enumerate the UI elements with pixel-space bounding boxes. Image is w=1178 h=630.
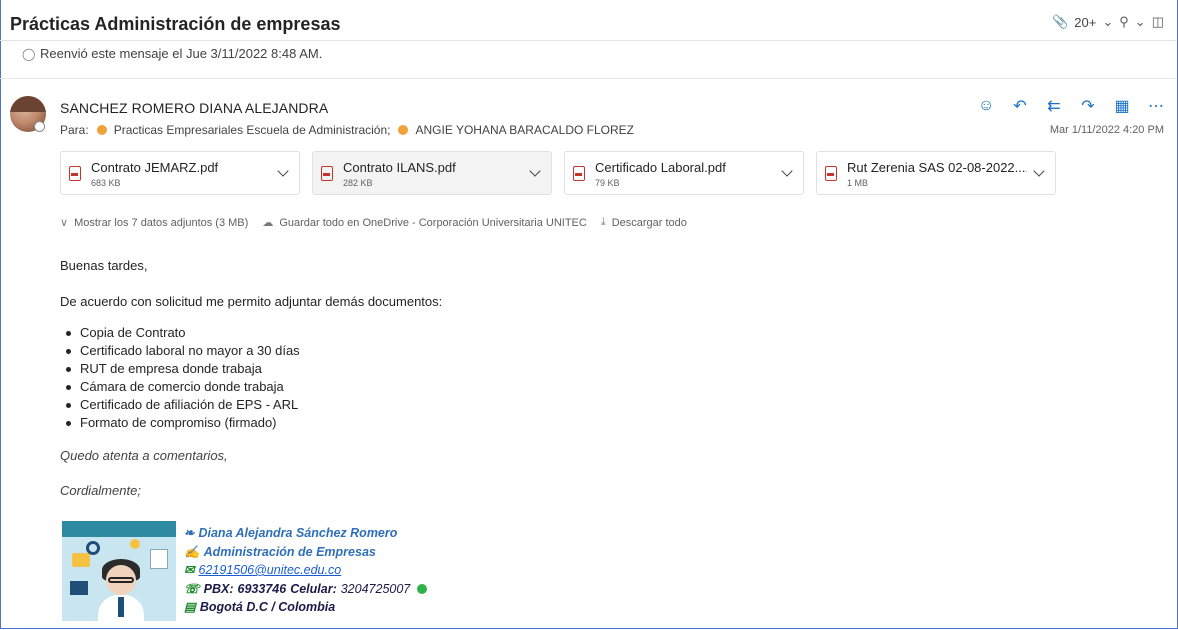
presence-dot-icon xyxy=(398,125,409,135)
cloud-icon: ☁ xyxy=(262,217,274,229)
building-icon: ▤ xyxy=(184,600,196,614)
list-item: RUT de empresa donde trabaja xyxy=(60,360,300,378)
signature-email-link[interactable]: 62191506@unitec.edu.co xyxy=(198,561,341,580)
chevron-down-icon[interactable] xyxy=(525,166,545,178)
attachment-card[interactable]: Rut Zerenia SAS 02-08-2022.... 1 MB xyxy=(816,151,1056,195)
presence-icon xyxy=(34,121,45,132)
email-signature: ❧ Diana Alejandra Sánchez Romero ✍ Admin… xyxy=(184,524,428,617)
message-date: Mar 1/11/2022 4:20 PM xyxy=(1049,124,1164,136)
divider xyxy=(0,78,1176,79)
attachment-size: 1 MB xyxy=(847,178,869,188)
pbx-number: 6933746 xyxy=(237,581,287,596)
reply-icon[interactable]: ↶ xyxy=(1012,96,1028,116)
double-chevron-down-icon: ∨ xyxy=(60,217,69,229)
chevron-down-icon[interactable]: ⌄ xyxy=(1102,14,1113,30)
signature-name-row: ❧ Diana Alejandra Sánchez Romero xyxy=(184,524,427,543)
person-icon: ❧ xyxy=(184,526,195,540)
attachment-name: Certificado Laboral.pdf xyxy=(595,160,726,175)
attachment-size: 79 KB xyxy=(595,178,620,188)
message-actions: ☺ ↶ ⇇ ↷ ▦ ⋯ xyxy=(978,96,1164,116)
list-item: Certificado de afiliación de EPS - ARL xyxy=(60,396,300,414)
document-list: Copia de Contrato Certificado laboral no… xyxy=(60,324,300,432)
closing-text: Quedo atenta a comentarios, xyxy=(60,448,228,463)
chevron-down-icon[interactable] xyxy=(1029,166,1049,178)
more-icon[interactable]: ⋯ xyxy=(1148,96,1164,116)
list-item: Formato de compromiso (firmado) xyxy=(60,414,300,432)
pdf-icon xyxy=(69,166,81,181)
header-tools: 📎 20+ ⌄ ⚲ ⌄ ◫ xyxy=(1052,14,1164,30)
chevron-down-icon[interactable] xyxy=(777,166,797,178)
to-label: Para: xyxy=(60,123,89,137)
reading-pane xyxy=(0,0,1178,629)
whatsapp-icon xyxy=(417,583,428,594)
recipients-row: Para: Practicas Empresariales Escuela de… xyxy=(60,123,634,137)
apps-icon[interactable]: ▦ xyxy=(1114,96,1130,116)
signature-phone-row: ☏ PBX: 6933746 Celular: 3204725007 xyxy=(184,580,428,599)
pdf-icon xyxy=(573,166,585,181)
reply-all-icon[interactable]: ⇇ xyxy=(1046,96,1062,116)
cell-label: Celular: xyxy=(290,581,337,596)
signature-role-row: ✍ Administración de Empresas xyxy=(184,543,427,562)
pbx-label: PBX: xyxy=(203,581,234,596)
message-subject: Prácticas Administración de empresas xyxy=(10,14,341,34)
attachment-links: ∨ Mostrar los 7 datos adjuntos (3 MB) ☁ … xyxy=(60,216,687,229)
sender-name[interactable]: SANCHEZ ROMERO DIANA ALEJANDRA xyxy=(60,100,328,116)
attachment-name: Contrato ILANS.pdf xyxy=(343,160,456,175)
signature-city: Bogotá D.C / Colombia xyxy=(199,600,336,614)
paperclip-icon[interactable]: 📎 xyxy=(1052,14,1068,30)
recipient[interactable]: ANGIE YOHANA BARACALDO FLOREZ xyxy=(415,123,634,137)
attachment-size: 282 KB xyxy=(343,178,373,188)
attachment-name: Contrato JEMARZ.pdf xyxy=(91,160,219,175)
forward-notice: ◯ Reenvió este mensaje el Jue 3/11/2022 … xyxy=(22,46,322,61)
forward-notice-text: Reenvió este mensaje el Jue 3/11/2022 8:… xyxy=(40,46,323,61)
recipient[interactable]: Practicas Empresariales Escuela de Admin… xyxy=(114,123,391,137)
chevron-down-icon[interactable]: ⌄ xyxy=(1135,14,1146,30)
pdf-icon xyxy=(321,166,333,181)
save-onedrive-link[interactable]: ☁ Guardar todo en OneDrive - Corporación… xyxy=(262,216,587,230)
signature-role: Administración de Empresas xyxy=(203,544,376,559)
signature-image xyxy=(62,521,176,621)
intro-text: De acuerdo con solicitud me permito adju… xyxy=(60,294,443,309)
download-all-label: Descargar todo xyxy=(611,216,687,229)
signature-name: Diana Alejandra Sánchez Romero xyxy=(198,526,398,540)
attachment-size: 683 KB xyxy=(91,178,121,188)
show-all-label: Mostrar los 7 datos adjuntos (3 MB) xyxy=(74,216,249,229)
zoom-icon[interactable]: ⚲ xyxy=(1119,14,1129,30)
chevron-down-icon[interactable] xyxy=(273,166,293,178)
emoji-icon[interactable]: ☺ xyxy=(978,97,994,115)
phone-icon: ☏ xyxy=(184,581,200,596)
lightbulb-icon: ◯ xyxy=(22,46,36,61)
list-item: Certificado laboral no mayor a 30 días xyxy=(60,342,300,360)
save-onedrive-label: Guardar todo en OneDrive - Corporación U… xyxy=(279,216,587,229)
attachment-count[interactable]: 20+ xyxy=(1074,15,1096,30)
attachment-card[interactable]: Certificado Laboral.pdf 79 KB xyxy=(564,151,804,195)
popout-icon[interactable]: ◫ xyxy=(1152,14,1164,30)
list-item: Copia de Contrato xyxy=(60,324,300,342)
download-icon: ⤓ xyxy=(600,216,606,228)
envelope-icon: ✉ xyxy=(184,563,195,577)
signature-email-row: ✉ 62191506@unitec.edu.co xyxy=(184,561,427,580)
regards-text: Cordialmente; xyxy=(60,483,141,498)
message-header: Prácticas Administración de empresas 📎 2… xyxy=(0,0,1176,41)
signature-city-row: ▤ Bogotá D.C / Colombia xyxy=(184,598,427,617)
forward-icon[interactable]: ↷ xyxy=(1080,96,1096,116)
cell-number: 3204725007 xyxy=(340,581,411,596)
greeting: Buenas tardes, xyxy=(60,258,148,273)
presence-dot-icon xyxy=(96,125,107,135)
list-item: Cámara de comercio donde trabaja xyxy=(60,378,300,396)
attachment-card[interactable]: Contrato JEMARZ.pdf 683 KB xyxy=(60,151,300,195)
attachment-card[interactable]: Contrato ILANS.pdf 282 KB xyxy=(312,151,552,195)
pen-icon: ✍ xyxy=(184,544,200,559)
download-all-link[interactable]: ⤓ Descargar todo xyxy=(601,216,687,229)
pdf-icon xyxy=(825,166,837,181)
show-all-attachments-link[interactable]: ∨ Mostrar los 7 datos adjuntos (3 MB) xyxy=(60,216,249,230)
attachment-name: Rut Zerenia SAS 02-08-2022.... xyxy=(847,160,1027,175)
